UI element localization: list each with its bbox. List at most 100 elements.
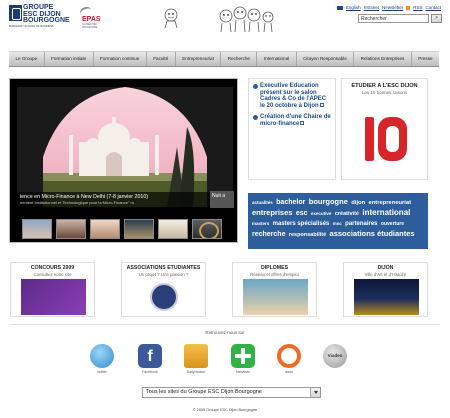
uk-flag-icon (336, 5, 343, 10)
tag-link[interactable]: partenaires (345, 221, 377, 227)
news-title: Création d'une Chaire de micro-finance (260, 114, 331, 127)
social-facebook[interactable]: f Facebook (135, 344, 165, 374)
nav-formation-initiale[interactable]: Formation initiale (45, 52, 94, 66)
news-title: Executive Education présent sur le salon… (260, 83, 327, 109)
sketch-group-icon (219, 6, 274, 33)
slideshow: ience en Micro-Finance à New Delhi (7-8 … (9, 78, 238, 243)
external-link-icon (319, 102, 324, 107)
news-box: Executive Education présent sur le salon… (248, 78, 336, 180)
news-bullet-icon (253, 115, 258, 120)
associations-box[interactable]: ASSOCIATIONS ETUDIANTES Un projet ? Une … (121, 262, 206, 317)
nav-le-groupe[interactable]: Le Groupe (9, 52, 45, 66)
news-item[interactable]: Executive Education présent sur le salon… (253, 83, 331, 109)
tag-link[interactable]: msc (333, 221, 342, 226)
news-item[interactable]: Création d'une Chaire de micro-finance (253, 114, 331, 127)
slideshow-image[interactable] (17, 87, 233, 207)
nav-entrepreneuriat[interactable]: Entrepreneuriat (176, 52, 222, 66)
social-netvibes[interactable]: Netvibes (228, 344, 258, 374)
thumbnail-6[interactable] (192, 219, 222, 239)
main-nav: Le Groupe Formation initiale Formation c… (9, 51, 439, 67)
logo-tagline: BURGUNDY SCHOOL OF BUSINESS (9, 25, 54, 28)
tag-link[interactable]: esc (296, 210, 308, 217)
thumbnail-5[interactable] (158, 219, 188, 239)
etudier-subtitle: Les 10 bonnes raisons (361, 90, 408, 95)
thumbnail-1[interactable] (22, 219, 52, 239)
nav-presse[interactable]: Presse (412, 52, 439, 66)
nav-international[interactable]: International (257, 52, 297, 66)
tag-link[interactable]: dijon (351, 200, 365, 206)
tag-link[interactable]: recherche (252, 231, 285, 238)
dailymotion-icon (184, 344, 208, 368)
nav-citoyen-responsable[interactable]: Citoyen Responsable (297, 52, 355, 66)
tag-link[interactable]: masters spécialisés (273, 221, 330, 227)
link-english[interactable]: English (346, 5, 361, 10)
next-slide-preview[interactable]: Nuit a (210, 191, 234, 208)
nav-faculte[interactable]: Faculté (147, 52, 176, 66)
tag-link[interactable]: international (362, 208, 410, 217)
epas-logo: EPAS ACCREDITED PROGRAMME (78, 5, 108, 31)
twitter-icon (90, 344, 114, 368)
thumbnail-4[interactable] (124, 219, 154, 239)
school-logo[interactable]: GROUPE ESC DIJON BOURGOGNE BURGUNDY SCHO… (9, 4, 70, 32)
sketch-character-icon (164, 8, 178, 29)
etudier-box[interactable]: ETUDIER A L'ESC DIJON Les 10 bonnes rais… (341, 78, 428, 180)
sites-select-value: Tous les sites du Groupe ESC Dijon Bourg… (146, 389, 262, 395)
tag-link[interactable]: associations étudiantes (330, 229, 415, 238)
social-viadeo[interactable]: Viadeo (320, 344, 350, 368)
nav-recherche[interactable]: Recherche (221, 52, 258, 66)
chevron-down-icon (310, 388, 320, 397)
taj-mahal-arch-image (17, 87, 233, 207)
link-rss[interactable]: RSS (413, 5, 422, 10)
nav-formation-continue[interactable]: Formation continue (94, 52, 147, 66)
thumbnail-2[interactable] (56, 219, 86, 239)
copyright: © 2009 Groupe ESC Dijon Bourgogne (192, 408, 258, 412)
facebook-icon: f (138, 344, 162, 368)
box-subtitle: Un projet ? Une passion ? (138, 272, 189, 277)
social-label: Dailymotion (186, 370, 206, 374)
box-subtitle: Ville d'Art et d'Histoire (364, 272, 407, 277)
slideshow-thumbnails (22, 219, 235, 241)
ten-reasons-icon (365, 117, 407, 161)
nav-relations-entreprises[interactable]: Relations Entreprises (354, 52, 412, 66)
thumbnail-3[interactable] (90, 219, 120, 239)
viadeo-icon: Viadeo (323, 344, 347, 368)
epas-subtitle: ACCREDITED PROGRAMME (82, 24, 98, 29)
top-links: English Intranet Newsletter RSS Contact (336, 5, 441, 10)
news-bullet-icon (253, 84, 258, 89)
link-intranet[interactable]: Intranet (364, 5, 379, 10)
link-contact[interactable]: Contact (425, 5, 441, 10)
tag-link[interactable]: responsabilité (289, 232, 326, 238)
search-button[interactable]: > (431, 14, 442, 23)
tag-link[interactable]: ouverture (381, 221, 404, 227)
tag-link[interactable]: bourgogne (309, 197, 348, 206)
tag-link[interactable]: bachelor (276, 199, 305, 206)
box-title: DIPLOMES (260, 265, 289, 271)
box-title: ASSOCIATIONS ETUDIANTES (126, 265, 201, 271)
social-label: Netvibes (236, 370, 250, 374)
slideshow-caption[interactable]: ience en Micro-Finance à New Delhi (7-8 … (17, 192, 217, 207)
logo-wordmark: GROUPE ESC DIJON BOURGOGNE (23, 4, 70, 25)
epas-title: EPAS (82, 16, 101, 23)
dijon-box[interactable]: DIJON Ville d'Art et d'Histoire (343, 262, 428, 317)
netvibes-icon (231, 344, 255, 368)
sites-select[interactable]: Tous les sites du Groupe ESC Dijon Bourg… (142, 387, 321, 398)
diplomes-box[interactable]: DIPLOMES Réseau et offres d'emploi (232, 262, 317, 317)
social-dailymotion[interactable]: Dailymotion (181, 344, 211, 374)
tag-link[interactable]: entrepreneuriat (369, 200, 412, 206)
social-label: issuu (284, 370, 294, 374)
concours-box[interactable]: CONCOURS 2009 Consultez notre site (10, 262, 95, 317)
tag-link[interactable]: actualités (252, 200, 273, 205)
tag-link[interactable]: créativité (335, 211, 359, 217)
link-newsletter[interactable]: Newsletter (382, 5, 403, 10)
box-subtitle: Consultez notre site (33, 272, 72, 277)
caption-subtitle: nement Institutionnel et Technologique p… (20, 200, 134, 205)
search-input[interactable]: Rechercher (358, 14, 429, 23)
social-twitter[interactable]: twitter (87, 344, 117, 374)
tag-link[interactable]: masters (252, 221, 269, 226)
social-heading: Retrouvez-nous sur (205, 330, 245, 335)
tag-link[interactable]: entreprises (252, 208, 292, 217)
social-issuu[interactable]: issuu (274, 344, 304, 374)
box-title: DIJON (377, 265, 394, 271)
box-title: CONCOURS 2009 (30, 265, 75, 271)
tag-link[interactable]: executive (311, 211, 332, 216)
